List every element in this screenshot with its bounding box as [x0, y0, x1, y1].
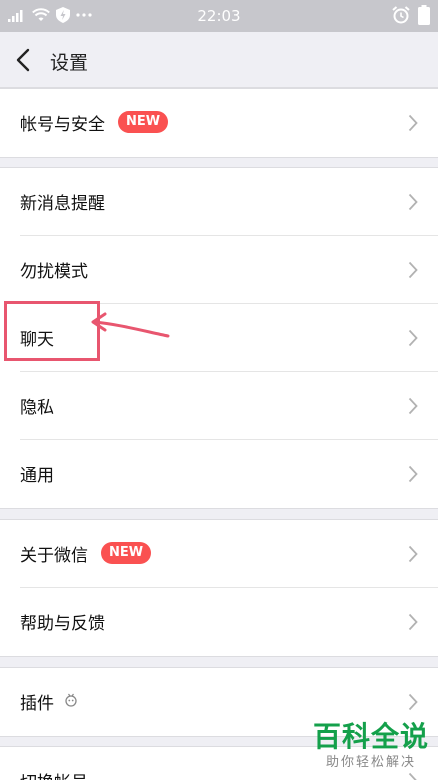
chevron-right-icon — [408, 465, 418, 483]
settings-item-label: 通用 — [20, 466, 54, 486]
chevron-right-icon — [408, 613, 418, 631]
settings-item-label: 帐号与安全 — [20, 115, 105, 135]
settings-item-general[interactable]: 通用 — [0, 440, 438, 508]
status-time: 22:03 — [197, 7, 241, 25]
settings-item-label: 插件 — [20, 694, 54, 714]
chevron-right-icon — [408, 329, 418, 347]
chevron-right-icon — [408, 693, 418, 711]
settings-item-privacy[interactable]: 隐私 — [0, 372, 438, 440]
annotation-arrow-icon — [91, 312, 170, 338]
nav-bar: 设置 — [0, 32, 438, 88]
highlight-box — [4, 301, 100, 361]
chevron-right-icon — [408, 545, 418, 563]
settings-item-about-wechat[interactable]: 关于微信 NEW — [0, 520, 438, 588]
settings-group-account: 帐号与安全 NEW — [0, 88, 438, 158]
watermark-title: 百科全说 — [312, 720, 429, 753]
settings-item-label: 切换帐号 — [20, 768, 88, 780]
settings-item-label: 关于微信 — [20, 546, 88, 566]
settings-item-label: 隐私 — [20, 398, 54, 418]
settings-item-label: 勿扰模式 — [20, 262, 88, 282]
status-icons-right — [392, 5, 430, 25]
settings-group-about: 关于微信 NEW 帮助与反馈 — [0, 519, 438, 657]
chevron-right-icon — [408, 193, 418, 211]
settings-item-help-feedback[interactable]: 帮助与反馈 — [0, 588, 438, 656]
new-badge: NEW — [118, 111, 169, 133]
settings-item-account-security[interactable]: 帐号与安全 NEW — [0, 89, 438, 157]
watermark-logo: 百科全说 助你轻松解决 — [306, 720, 436, 780]
settings-item-do-not-disturb[interactable]: 勿扰模式 — [0, 236, 438, 304]
back-arrow-icon[interactable] — [14, 48, 34, 72]
plugin-icon — [65, 693, 77, 707]
watermark-subtitle: 助你轻松解决 — [325, 755, 416, 770]
chevron-right-icon — [408, 397, 418, 415]
new-badge: NEW — [101, 542, 152, 564]
chevron-right-icon — [408, 114, 418, 132]
alarm-icon — [392, 6, 410, 24]
status-bar: 22:03 — [0, 0, 438, 32]
battery-icon — [418, 5, 430, 25]
chevron-right-icon — [408, 261, 418, 279]
settings-item-label: 新消息提醒 — [20, 194, 105, 214]
page-title: 设置 — [50, 52, 89, 74]
settings-item-new-message[interactable]: 新消息提醒 — [0, 168, 438, 236]
settings-item-label: 帮助与反馈 — [20, 614, 105, 634]
